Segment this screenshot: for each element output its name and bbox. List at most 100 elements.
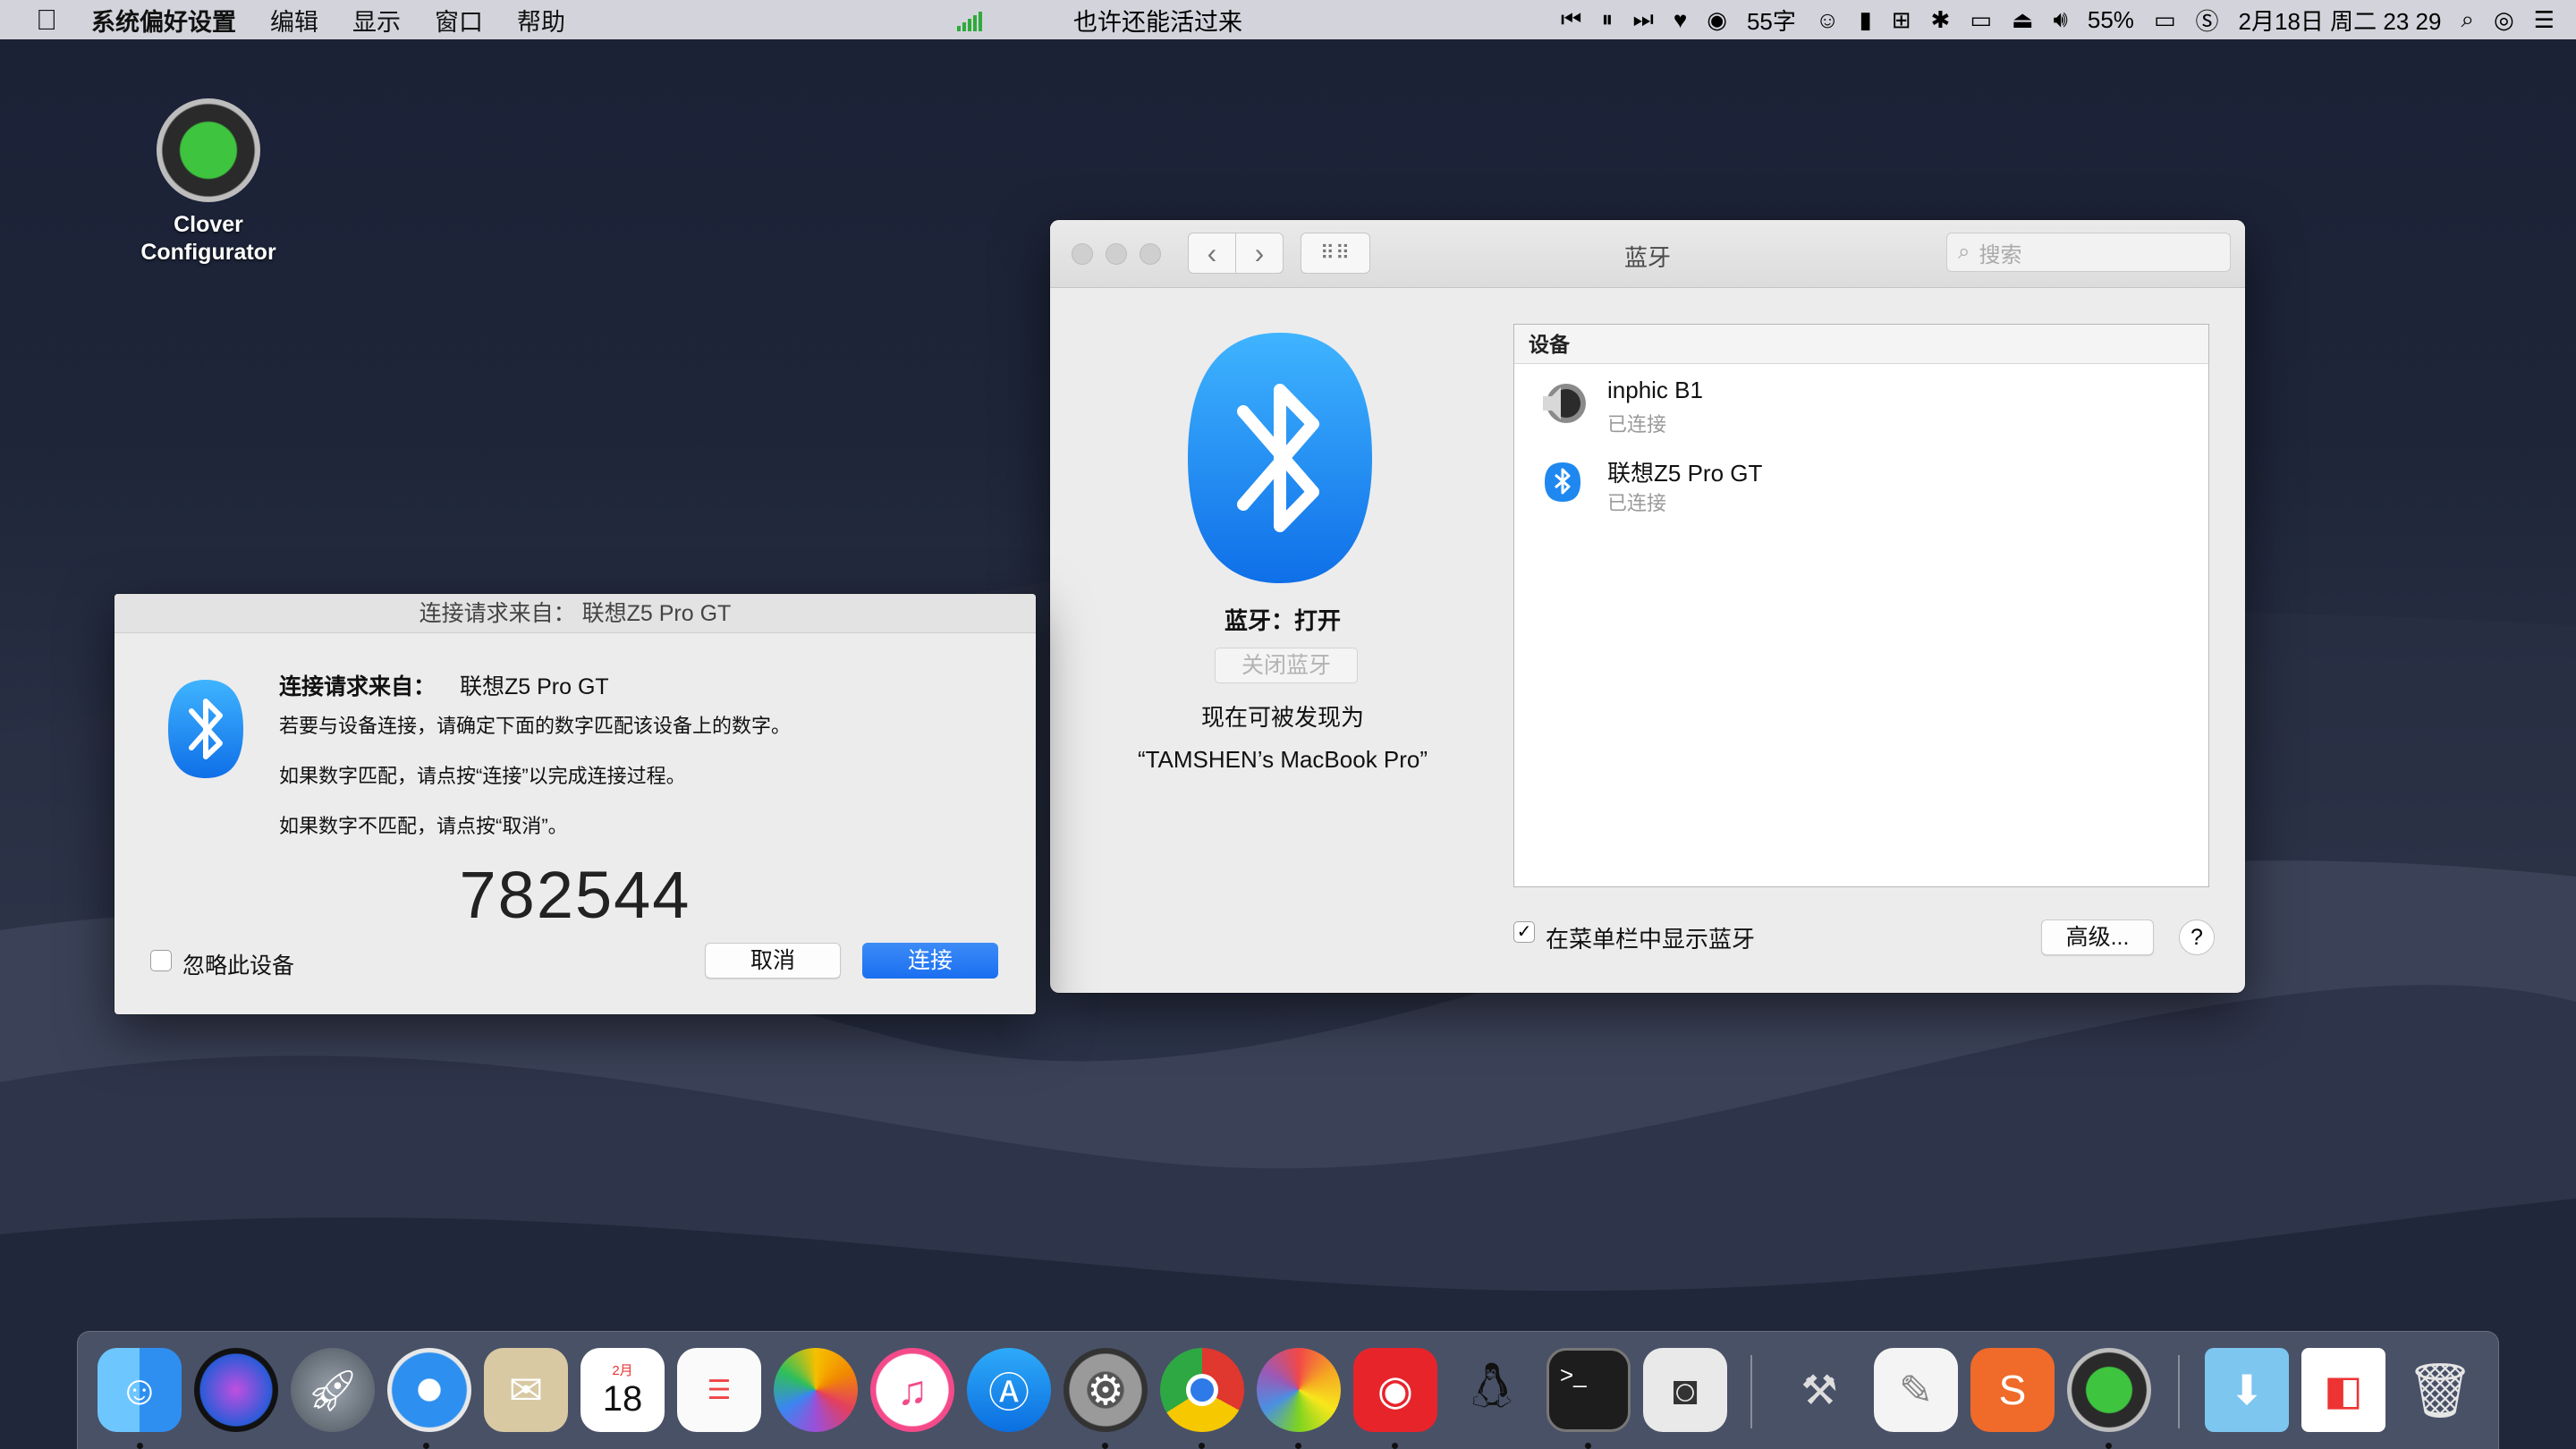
terminal-icon[interactable]: >_ [1546, 1348, 1631, 1432]
discoverable-label: 现在可被发现为 [1200, 704, 1364, 731]
launchpad-icon[interactable]: 🚀︎ [291, 1348, 375, 1432]
bluetooth-logo-icon [1188, 333, 1372, 583]
screenshot-icon[interactable]: ◙ [1643, 1348, 1727, 1432]
menubar-clock[interactable]: 2月18日 周二 23 29 [2239, 4, 2442, 37]
siri-icon[interactable] [194, 1348, 278, 1432]
now-playing-title[interactable]: 也许还能活过来 [1073, 0, 1242, 39]
ignore-device-label: 忽略此设备 [182, 953, 295, 979]
textedit-icon[interactable]: ✎ [1874, 1348, 1958, 1432]
bluetooth-icon [1545, 462, 1580, 502]
clover-configurator-icon [157, 98, 260, 202]
running-indicator [137, 1443, 143, 1449]
device-list-header: 设备 [1514, 325, 2208, 364]
ignore-device-checkbox[interactable] [150, 950, 172, 971]
qq-icon[interactable]: 🐧︎ [1450, 1348, 1534, 1432]
desktop-icon-label-line2: Configurator [140, 240, 276, 265]
sogou-input-icon[interactable]: Ⓢ [2196, 4, 2219, 37]
running-indicator [1392, 1443, 1398, 1449]
menu-edit[interactable]: 编辑 [270, 3, 318, 38]
signal-bars-icon[interactable] [957, 8, 982, 31]
utility-icon[interactable]: ⚒ [1777, 1348, 1861, 1432]
dialog-title: 连接请求来自： 联想Z5 Pro GT [114, 594, 1036, 633]
running-indicator [1585, 1443, 1591, 1449]
volume-icon[interactable]: 🔊︎ [2054, 5, 2068, 34]
reminders-icon[interactable]: ☰ [677, 1348, 761, 1432]
pairing-heading-label: 连接请求来自： [279, 674, 436, 699]
battery-icon[interactable]: ▭ [2154, 6, 2176, 34]
pairing-code: 782544 [459, 858, 691, 932]
screenshots-folder-icon[interactable]: ◧ [2301, 1348, 2385, 1432]
trash-icon[interactable]: 🗑︎ [2398, 1348, 2482, 1432]
system-preferences-icon[interactable]: ⚙ [1063, 1348, 1148, 1432]
computer-name: “TAMSHEN’s MacBook Pro” [1137, 746, 1428, 773]
bluetooth-logo-icon [168, 680, 243, 778]
next-track-icon[interactable]: ⏭ [1632, 5, 1653, 34]
device-row[interactable]: inphic B1 已连接 [1514, 364, 2208, 443]
pairing-instruction-1: 若要与设备连接，请确定下面的数字匹配该设备上的数字。 [279, 715, 792, 737]
running-indicator [2106, 1443, 2112, 1449]
spotlight-search-icon[interactable]: ⌕ [2461, 5, 2474, 34]
desktop-icon-clover[interactable]: Clover Configurator [134, 98, 283, 267]
device-status: 已连接 [1607, 413, 1667, 436]
desktop-icon-label-line1: Clover [174, 212, 243, 237]
siri-menubar-icon[interactable]: ◎ [2494, 6, 2514, 34]
microphone-icon[interactable]: ▮ [1859, 6, 1871, 34]
clover-icon[interactable] [2067, 1348, 2151, 1432]
menu-bar-status-area: ⏮ ⏸ ⏭ ♥ ◉ 55字 ☺ ▮ ⊞ ✱ ▭ ⏏ 🔊︎ 55% ▭ Ⓢ 2月1… [1561, 0, 2555, 39]
help-button[interactable]: ? [2179, 919, 2215, 955]
itunes-icon[interactable]: ♫ [870, 1348, 954, 1432]
menu-app-name[interactable]: 系统偏好设置 [91, 3, 236, 38]
running-indicator [1295, 1443, 1301, 1449]
downloads-icon[interactable]: ⬇ [2205, 1348, 2289, 1432]
apple-menu-icon[interactable]:  [36, 4, 57, 37]
airplay-icon[interactable]: ▭ [1970, 6, 1992, 34]
device-list: 设备 inphic B1 已连接 联想Z5 Pro GT 已连接 [1513, 324, 2209, 887]
running-indicator [1102, 1443, 1108, 1449]
speaker-icon [1543, 384, 1586, 423]
photos-icon[interactable] [774, 1348, 858, 1432]
show-in-menubar-label: 在菜单栏中显示蓝牙 [1546, 926, 1756, 953]
device-name: 联想Z5 Pro GT [1607, 460, 1763, 487]
pairing-instruction-3: 如果数字不匹配，请点按“取消”。 [279, 815, 568, 837]
running-indicator [423, 1443, 429, 1449]
calendar-day: 18 [602, 1379, 643, 1419]
device-status: 已连接 [1607, 492, 1667, 514]
eject-icon[interactable]: ⏏ [2012, 6, 2034, 34]
netease-music-icon[interactable]: ◉ [1353, 1348, 1437, 1432]
finder-icon[interactable]: ☺ [97, 1348, 182, 1432]
menu-help[interactable]: 帮助 [517, 3, 565, 38]
menubar-temp[interactable]: 55字 [1747, 4, 1796, 37]
input-method-icon[interactable]: ⊞ [1892, 6, 1911, 34]
netease-icon[interactable]: ◉ [1707, 6, 1727, 34]
pinwheel-icon[interactable] [1257, 1348, 1341, 1432]
pause-icon[interactable]: ⏸ [1601, 5, 1613, 34]
safari-icon[interactable] [387, 1348, 471, 1432]
search-icon: ⌕ [1958, 240, 1970, 264]
heart-icon[interactable]: ♥ [1674, 6, 1687, 34]
chrome-icon[interactable] [1160, 1348, 1244, 1432]
calendar-month: 2月 [612, 1363, 633, 1378]
sogou-icon[interactable]: S [1970, 1348, 2055, 1432]
mail-icon[interactable]: ✉ [484, 1348, 568, 1432]
device-row[interactable]: 联想Z5 Pro GT 已连接 [1514, 443, 2208, 521]
battery-percent[interactable]: 55% [2088, 6, 2134, 34]
bluetooth-preferences-window: ‹ › ⠿⠿ 蓝牙 ⌕ 搜索 蓝牙：打开 关闭蓝牙 现在可被发现为 “TAMSH… [1050, 220, 2245, 993]
pairing-request-dialog: 连接请求来自： 联想Z5 Pro GT 连接请求来自： 联想Z5 Pro GT … [114, 594, 1036, 1014]
turn-off-bluetooth-button[interactable]: 关闭蓝牙 [1215, 648, 1358, 683]
window-titlebar: ‹ › ⠿⠿ 蓝牙 ⌕ 搜索 [1050, 220, 2245, 288]
cancel-button[interactable]: 取消 [705, 943, 841, 979]
notification-center-icon[interactable]: ☰ [2534, 6, 2555, 34]
menu-window[interactable]: 窗口 [435, 3, 483, 38]
running-indicator [1199, 1443, 1205, 1449]
show-in-menubar-checkbox[interactable]: ✓ [1513, 921, 1535, 943]
search-input[interactable]: ⌕ 搜索 [1946, 233, 2231, 272]
app-store-icon[interactable]: Ⓐ [967, 1348, 1051, 1432]
advanced-button[interactable]: 高级... [2041, 919, 2154, 955]
calendar-icon[interactable]: 2月 18 [580, 1348, 665, 1432]
dock-separator [2178, 1355, 2180, 1428]
previous-track-icon[interactable]: ⏮ [1561, 5, 1581, 34]
bluetooth-menubar-icon[interactable]: ✱ [1931, 6, 1951, 34]
menu-view[interactable]: 显示 [352, 3, 401, 38]
connect-button[interactable]: 连接 [862, 943, 998, 979]
emoji-icon[interactable]: ☺ [1816, 6, 1840, 34]
